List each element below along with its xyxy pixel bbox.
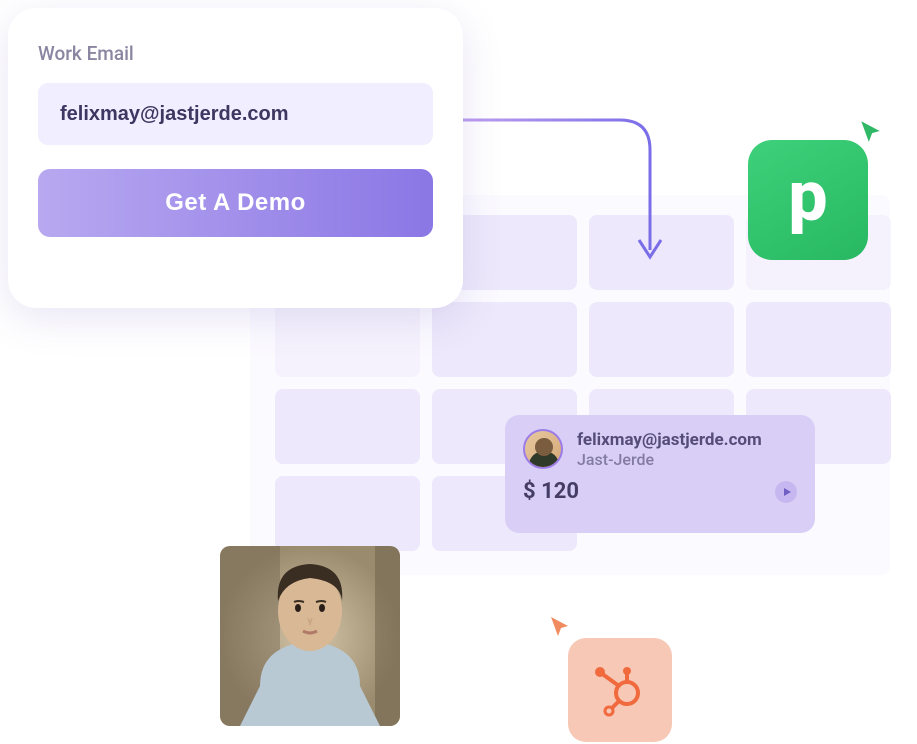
contact-card[interactable]: felixmay@jastjerde.com Jast-Jerde $ 120 (505, 415, 815, 533)
contact-email: felixmay@jastjerde.com (577, 430, 762, 450)
pipedrive-integration-tile[interactable]: p (748, 140, 868, 260)
board-cell (432, 302, 577, 377)
contact-avatar (523, 429, 563, 469)
board-cell (589, 215, 734, 290)
board-cell (275, 302, 420, 377)
hubspot-icon (591, 661, 649, 719)
user-photo (220, 546, 400, 726)
cursor-icon (858, 118, 884, 144)
get-demo-button[interactable]: Get A Demo (38, 169, 433, 237)
hubspot-integration-tile[interactable] (568, 638, 672, 742)
work-email-input[interactable] (38, 83, 433, 145)
cursor-icon (548, 614, 572, 638)
board-cell (746, 302, 891, 377)
pipedrive-icon: p (788, 162, 827, 232)
board-cell (275, 476, 420, 551)
play-icon[interactable] (775, 481, 797, 503)
contact-amount: $ 120 (523, 479, 579, 504)
contact-company: Jast-Jerde (577, 450, 762, 469)
board-cell (275, 389, 420, 464)
demo-form-card: Work Email Get A Demo (8, 8, 463, 308)
board-cell (589, 302, 734, 377)
email-label: Work Email (38, 42, 433, 65)
